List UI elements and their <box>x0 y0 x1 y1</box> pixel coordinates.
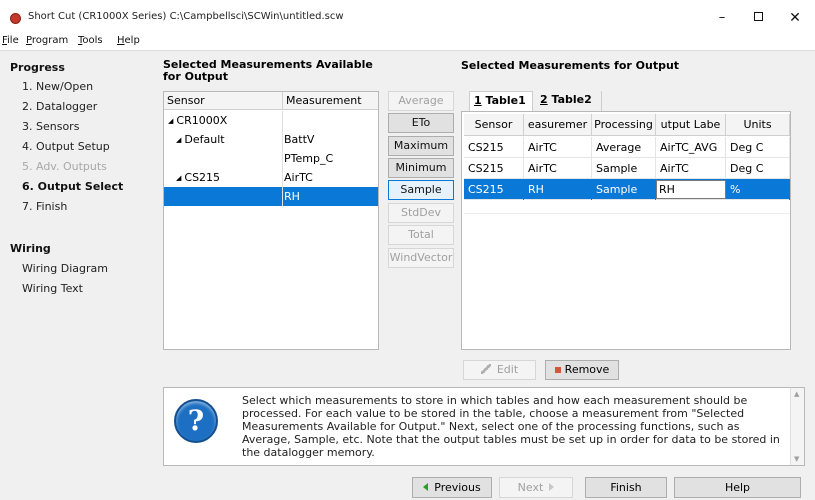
help-text: Select which measurements to store in wh… <box>242 394 780 459</box>
col-sensor[interactable]: Sensor <box>167 94 205 107</box>
output-grid-header: Sensor easuremer Processing utput Labe Units <box>464 114 790 136</box>
table-row[interactable]: CS215 AirTC Sample AirTC Deg C <box>464 158 790 179</box>
remove-icon <box>554 367 561 373</box>
menu-tools[interactable]: Tools <box>78 35 103 46</box>
arrow-right-icon <box>549 483 555 491</box>
sidebar-item-4[interactable]: 4. Output Setup <box>22 140 110 153</box>
finish-button[interactable]: Finish <box>585 477 667 498</box>
cell-units: % <box>726 179 790 200</box>
tree-row[interactable]: PTemp_C <box>164 149 378 168</box>
maximum-button[interactable]: Maximum <box>388 136 454 156</box>
menu-program[interactable]: Program <box>26 35 68 46</box>
close-button[interactable]: ✕ <box>777 4 813 32</box>
table-row[interactable]: CS215 AirTC Average AirTC_AVG Deg C <box>464 137 790 158</box>
output-grid-panel: Sensor easuremer Processing utput Labe Units… <box>461 111 791 350</box>
minimize-button[interactable]: – <box>704 4 740 32</box>
available-header: Sensor Measurement <box>164 92 378 110</box>
title-bar: Short Cut (CR1000X Series) C:\Campbellsc… <box>0 0 815 34</box>
sidebar-item-5: 5. Adv. Outputs <box>22 160 107 173</box>
cell-sensor: CS215 <box>464 137 524 158</box>
tree-measurement: RH <box>284 190 300 203</box>
cell-sensor: CS215 <box>464 158 524 179</box>
cell-processing: Average <box>592 137 656 158</box>
stddev-button[interactable]: StdDev <box>388 203 454 223</box>
pencil-icon <box>480 364 491 374</box>
cell-units: Deg C <box>726 158 790 179</box>
help-scrollbar[interactable]: ▲ ▼ <box>790 388 804 465</box>
cell-label: AirTC <box>656 158 726 179</box>
empty-row <box>464 200 790 214</box>
wiring-heading: Wiring <box>10 242 51 255</box>
col-measurement[interactable]: Measurement <box>284 94 362 107</box>
edit-button[interactable]: Edit <box>463 360 536 380</box>
sidebar-item-7[interactable]: 7. Finish <box>22 200 67 213</box>
window-title: Short Cut (CR1000X Series) C:\Campbellsc… <box>28 11 344 22</box>
cell-measurement: AirTC <box>524 137 592 158</box>
tree-row[interactable]: RH <box>164 187 378 206</box>
maximize-button[interactable] <box>740 4 776 32</box>
cell-measurement: RH <box>524 179 592 200</box>
app-icon <box>10 13 21 24</box>
help-panel: ? Select which measurements to store in … <box>163 387 805 466</box>
windvector-button[interactable]: WindVector <box>388 248 454 268</box>
sidebar-item-wiring-text[interactable]: Wiring Text <box>22 282 83 295</box>
eto-button[interactable]: ETo <box>388 113 454 133</box>
menu-file[interactable]: File <box>2 35 19 46</box>
expand-icon[interactable]: ◢ <box>176 174 181 182</box>
sidebar-item-6[interactable]: 6. Output Select <box>22 180 123 193</box>
scroll-up-icon[interactable]: ▲ <box>794 390 799 398</box>
tree-measurement: PTemp_C <box>284 152 334 165</box>
tree-sensor: ◢ CR1000X <box>168 114 228 127</box>
next-button[interactable]: Next <box>499 477 573 498</box>
sidebar-item-wiring-diagram[interactable]: Wiring Diagram <box>22 262 108 275</box>
minimum-button[interactable]: Minimum <box>388 158 454 178</box>
col-header-measurement[interactable]: easuremer <box>524 114 592 136</box>
expand-icon[interactable]: ◢ <box>168 117 173 125</box>
help-button[interactable]: Help <box>674 477 801 498</box>
tree-sensor: ◢ Default <box>176 133 225 146</box>
arrow-left-icon <box>423 483 429 491</box>
remove-button[interactable]: Remove <box>545 360 619 380</box>
menu-bar: File Program Tools Help <box>0 34 815 50</box>
average-button[interactable]: Average <box>388 91 454 111</box>
maximize-icon <box>753 12 763 21</box>
main-content: Progress Wiring Wiring Diagram Wiring Te… <box>0 50 815 500</box>
menu-help[interactable]: Help <box>117 35 140 46</box>
tree-measurement: AirTC <box>284 171 313 184</box>
tree-measurement: BattV <box>284 133 315 146</box>
cell-processing: Sample <box>592 158 656 179</box>
tree-sensor: ◢ CS215 <box>176 171 221 184</box>
available-title: Selected Measurements Available for Outp… <box>163 58 373 83</box>
scroll-down-icon[interactable]: ▼ <box>794 455 799 463</box>
progress-heading: Progress <box>10 61 65 74</box>
sidebar-item-1[interactable]: 1. New/Open <box>22 80 93 93</box>
tree-row[interactable]: ◢ CS215 AirTC <box>164 168 378 187</box>
cell-sensor: CS215 <box>464 179 524 200</box>
question-icon: ? <box>174 399 218 443</box>
sidebar-item-2[interactable]: 2. Datalogger <box>22 100 97 113</box>
cell-processing: Sample <box>592 179 656 200</box>
col-header-processing[interactable]: Processing <box>592 114 656 136</box>
tree-row[interactable]: ◢ Default BattV <box>164 130 378 149</box>
col-header-label[interactable]: utput Labe <box>656 114 726 136</box>
table-tabs: 1 Table1 2 Table2 <box>469 91 789 111</box>
tab-table2[interactable]: 2 Table2 <box>536 91 602 111</box>
sample-button[interactable]: Sample <box>388 180 454 200</box>
table-row[interactable]: CS215 RH Sample RH% <box>464 179 790 200</box>
total-button[interactable]: Total <box>388 225 454 245</box>
sidebar-item-3[interactable]: 3. Sensors <box>22 120 79 133</box>
cell-measurement: AirTC <box>524 158 592 179</box>
cell-label[interactable]: RH <box>656 180 726 199</box>
tab-table1[interactable]: 1 Table1 <box>469 91 533 111</box>
available-tree[interactable]: Sensor Measurement ◢ CR1000X ◢ Default BattV… <box>163 91 379 350</box>
col-header-units[interactable]: Units <box>726 114 790 136</box>
previous-button[interactable]: Previous <box>412 477 492 498</box>
output-title: Selected Measurements for Output <box>461 59 680 72</box>
col-header-sensor[interactable]: Sensor <box>464 114 524 136</box>
tree-row[interactable]: ◢ CR1000X <box>164 111 378 130</box>
cell-units: Deg C <box>726 137 790 158</box>
expand-icon[interactable]: ◢ <box>176 136 181 144</box>
cell-label: AirTC_AVG <box>656 137 726 158</box>
